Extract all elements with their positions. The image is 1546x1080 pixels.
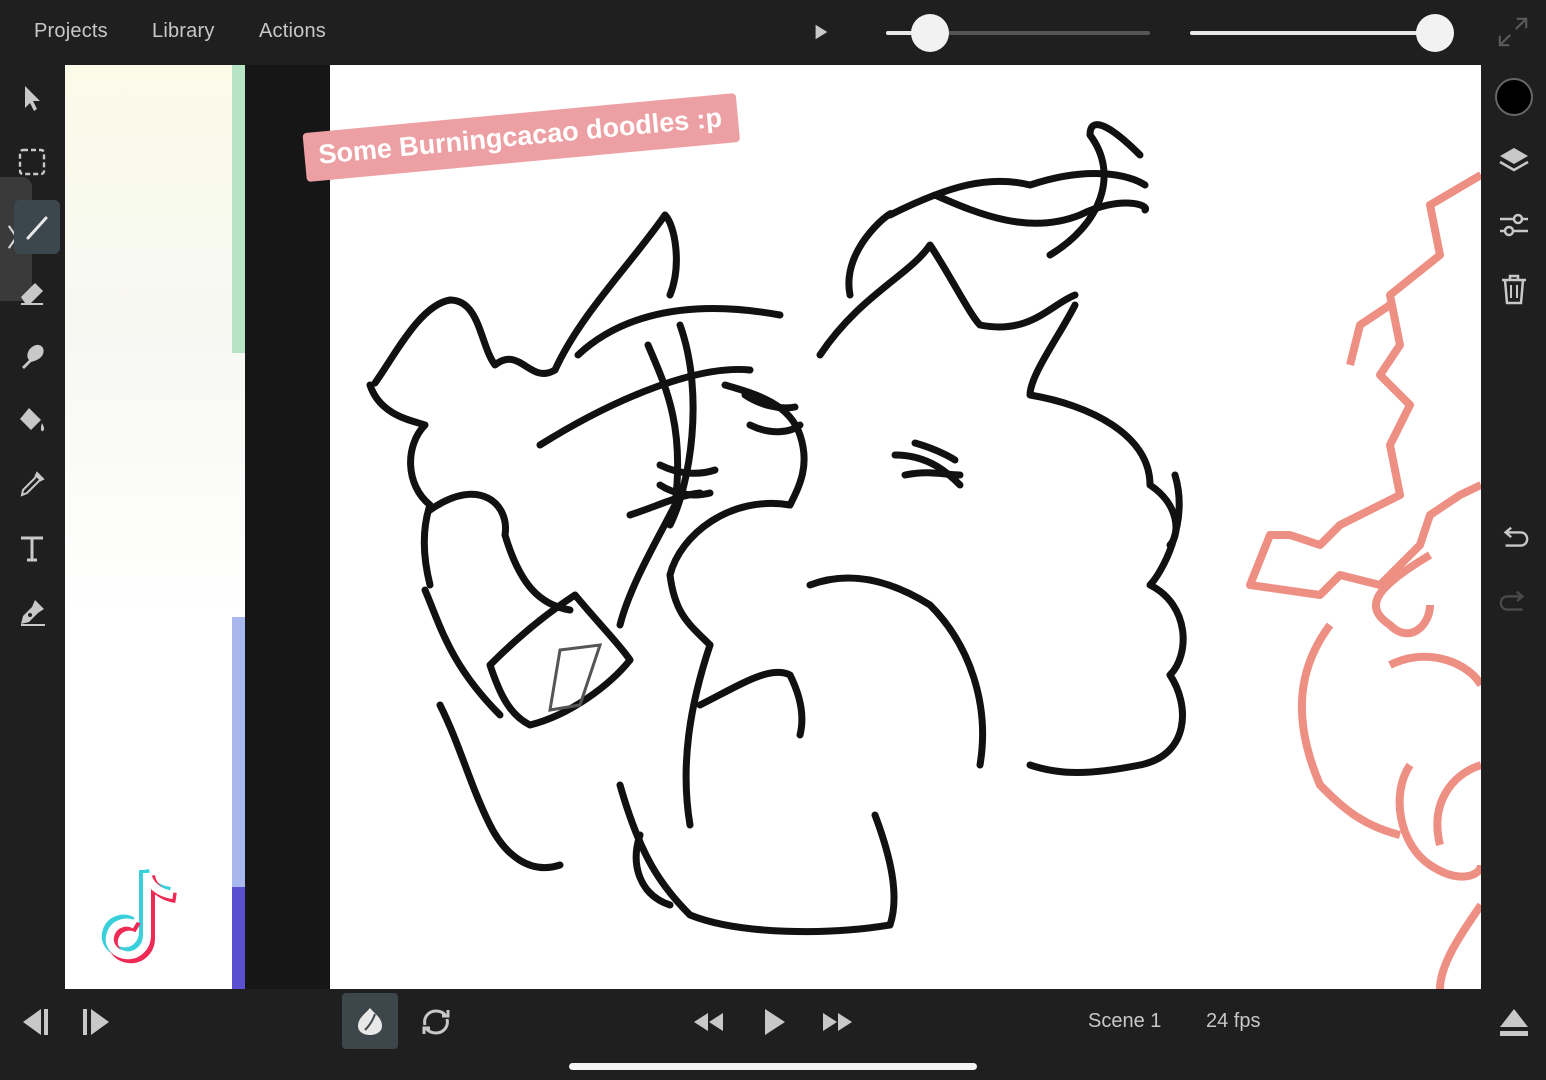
onion-skin-button[interactable] <box>342 993 398 1049</box>
opacity-fill <box>1190 31 1435 35</box>
scene-selector[interactable]: Scene 1 <box>1088 1010 1161 1033</box>
right-toolbar <box>1481 64 1546 989</box>
drawing-canvas[interactable]: Some Burningcacao doodles :p <box>65 65 1481 989</box>
adjustments-button[interactable] <box>1491 202 1537 248</box>
smudge-icon <box>22 344 44 369</box>
current-color-circle <box>1495 78 1533 116</box>
preview-play-button[interactable] <box>806 18 836 46</box>
undo-icon <box>1503 526 1529 547</box>
redo-button[interactable] <box>1491 580 1537 626</box>
fps-selector[interactable]: 24 fps <box>1206 1010 1260 1033</box>
play-icon <box>815 24 828 40</box>
menu-library[interactable]: Library <box>152 20 215 43</box>
adjustments-icon <box>1500 213 1528 237</box>
delete-button[interactable] <box>1491 266 1537 312</box>
trash-icon <box>1502 274 1526 305</box>
text-icon <box>21 536 43 562</box>
eyedropper-icon <box>20 471 45 497</box>
reference-black-band <box>245 65 330 989</box>
smudge-tool[interactable] <box>10 334 54 378</box>
next-frame-button[interactable] <box>76 1002 120 1042</box>
eyedropper-tool[interactable] <box>10 462 54 506</box>
select-arrow-icon <box>25 86 40 111</box>
opacity-knob[interactable] <box>1416 14 1454 52</box>
select-tool[interactable] <box>10 76 54 120</box>
reference-strip-blue <box>232 617 245 887</box>
pen-icon <box>21 600 45 626</box>
menu-projects[interactable]: Projects <box>34 20 108 43</box>
eraser-icon <box>21 283 43 305</box>
play-button[interactable] <box>752 1000 796 1044</box>
undo-button[interactable] <box>1491 516 1537 562</box>
reference-strip-purple <box>232 887 245 989</box>
brush-icon <box>26 216 48 240</box>
fill-tool[interactable] <box>10 398 54 442</box>
color-swatch[interactable] <box>1491 74 1537 120</box>
text-tool[interactable] <box>10 526 54 570</box>
brush-tool[interactable] <box>14 200 60 254</box>
play-icon <box>765 1009 785 1035</box>
brush-size-knob[interactable] <box>911 14 949 52</box>
home-indicator[interactable] <box>569 1063 977 1070</box>
reference-strip-green <box>232 65 245 353</box>
onion-icon <box>358 1008 382 1035</box>
expand-timeline-button[interactable] <box>1494 1000 1534 1044</box>
previous-frame-button[interactable] <box>10 1002 54 1042</box>
fast-forward-icon <box>823 1013 852 1031</box>
fast-forward-button[interactable] <box>816 1002 860 1042</box>
rewind-icon <box>694 1013 723 1031</box>
top-bar: Projects Library Actions <box>0 0 1546 64</box>
eject-icon <box>1500 1009 1528 1036</box>
pink-doodle-lines <box>1246 171 1481 989</box>
loop-icon <box>422 1009 450 1035</box>
fill-bucket-icon <box>20 408 45 432</box>
black-doodle-lines <box>366 121 1187 936</box>
music-note-logo-icon <box>101 868 177 964</box>
menu-actions[interactable]: Actions <box>259 20 326 43</box>
layers-icon <box>1499 148 1529 172</box>
inner-grey-lines <box>548 643 603 712</box>
sketch-drawing <box>366 121 1481 989</box>
eraser-tool[interactable] <box>10 270 54 314</box>
fullscreen-button[interactable] <box>1495 14 1531 50</box>
redo-icon <box>1499 590 1525 611</box>
left-toolbar <box>0 64 65 989</box>
loop-button[interactable] <box>414 1000 458 1044</box>
step-back-icon <box>23 1009 48 1035</box>
step-forward-icon <box>83 1009 109 1035</box>
marquee-tool[interactable] <box>10 140 54 184</box>
reference-image <box>65 65 245 989</box>
expand-icon <box>1498 17 1528 47</box>
rewind-button[interactable] <box>686 1002 730 1042</box>
marquee-select-icon <box>18 148 46 176</box>
layers-button[interactable] <box>1491 138 1537 184</box>
pen-tool[interactable] <box>10 590 54 634</box>
